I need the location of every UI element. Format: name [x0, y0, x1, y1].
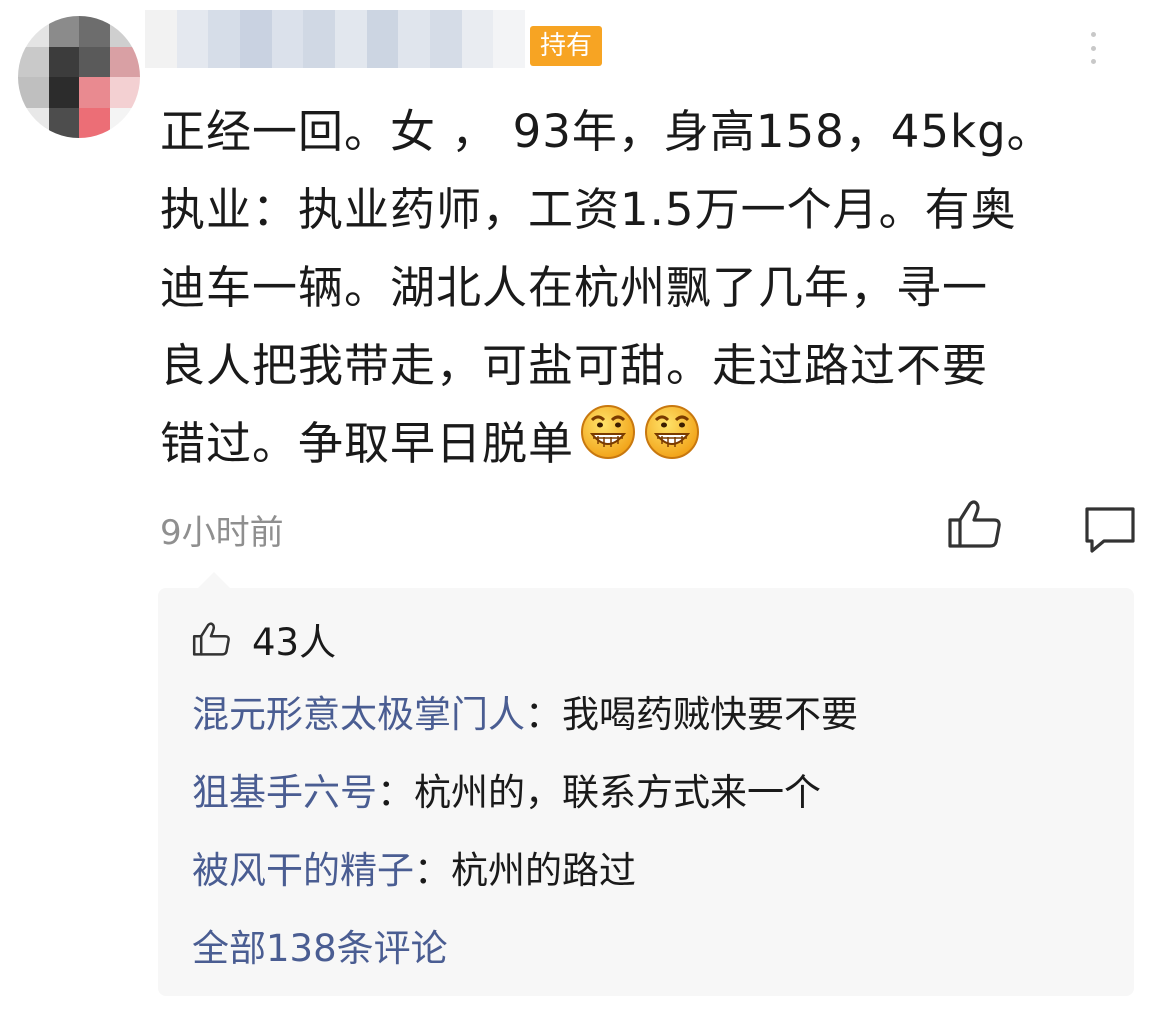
likes-count: 43人	[252, 621, 337, 664]
grinning-face-emoji-icon	[578, 400, 638, 484]
post-text-line: 良人把我带走，可盐可甜。走过路过不要	[160, 339, 989, 392]
comment-icon	[1085, 507, 1135, 553]
thumbs-up-icon	[948, 500, 1001, 548]
reply-author[interactable]: 狙基手六号	[192, 771, 377, 814]
more-vertical-icon[interactable]	[1086, 32, 1100, 64]
post-text-line: 迪车一辆。湖北人在杭州飘了几年，寻一	[160, 261, 989, 314]
reply-content: ：杭州的，联系方式来一个	[377, 771, 821, 814]
post-timestamp: 9小时前	[160, 513, 284, 553]
like-button[interactable]	[944, 498, 1004, 550]
reply-author[interactable]: 混元形意太极掌门人	[192, 693, 525, 736]
reply-section: 43人 混元形意太极掌门人：我喝药贼快要不要 狙基手六号：杭州的，联系方式来一个…	[158, 572, 1134, 996]
reply-content: ：我喝药贼快要不要	[525, 693, 858, 736]
post-text-last-line: 错过。争取早日脱单	[160, 405, 1130, 484]
post-text-line: 错过。争取早日脱单	[160, 417, 575, 470]
thumbs-up-icon	[192, 622, 230, 656]
post-text: 正经一回。女 ， 93年，身高158，45kg。 执业：执业药师，工资1.5万一…	[160, 93, 1130, 484]
grinning-face-emoji-icon	[642, 400, 702, 484]
reply-item[interactable]: 混元形意太极掌门人：我喝药贼快要不要	[192, 684, 858, 738]
post-text-line: 执业：执业药师，工资1.5万一个月。有奥	[160, 183, 1017, 236]
view-all-comments-link[interactable]: 全部138条评论	[192, 918, 448, 972]
post-text-line: 正经一回。女 ， 93年，身高158，45kg。	[160, 105, 1053, 158]
reply-item[interactable]: 被风干的精子：杭州的路过	[192, 840, 636, 894]
reply-author[interactable]: 被风干的精子	[192, 849, 414, 892]
avatar[interactable]	[18, 16, 140, 138]
likes-summary[interactable]: 43人	[190, 612, 336, 666]
username-blurred[interactable]	[145, 10, 526, 68]
reply-content: ：杭州的路过	[414, 849, 636, 892]
comment-button[interactable]	[1082, 503, 1138, 555]
reply-item[interactable]: 狙基手六号：杭州的，联系方式来一个	[192, 762, 821, 816]
holding-badge: 持有	[530, 26, 603, 66]
